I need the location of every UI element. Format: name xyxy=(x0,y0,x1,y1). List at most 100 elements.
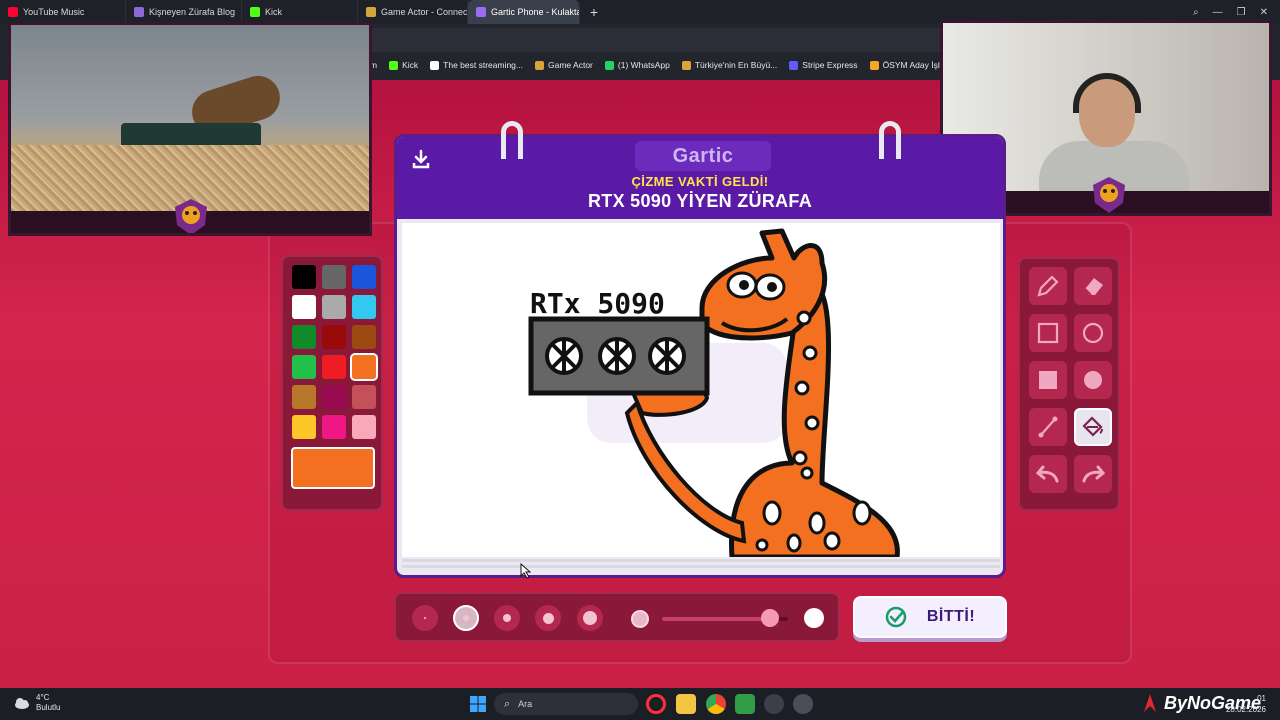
ellipse-fill-icon xyxy=(1084,371,1102,389)
rectangle-outline-tool[interactable] xyxy=(1029,314,1067,352)
bookmark-item[interactable]: Kick xyxy=(389,60,418,70)
eraser-tool[interactable] xyxy=(1074,267,1112,305)
tab-label: Kick xyxy=(265,7,283,17)
rectangle-fill-tool[interactable] xyxy=(1029,361,1067,399)
color-swatch[interactable] xyxy=(322,415,346,439)
maximize-icon[interactable]: ❐ xyxy=(1237,7,1246,18)
tab-label: Kişneyen Zürafa Blog xyxy=(149,7,236,17)
file-explorer-icon[interactable] xyxy=(676,694,696,714)
color-swatch[interactable] xyxy=(322,385,346,409)
color-swatch[interactable] xyxy=(352,325,376,349)
bookmark-item[interactable]: Türkiye'nin En Büyü... xyxy=(681,60,777,70)
tab-label: Gartic Phone - Kulaktan K xyxy=(491,7,579,17)
weather-condition: Bulutlu xyxy=(36,703,61,712)
ellipse-fill-tool[interactable] xyxy=(1074,361,1112,399)
check-icon xyxy=(885,606,907,628)
weather-temperature: 4°C xyxy=(36,693,50,702)
weather-widget[interactable]: 4°C Bulutlu xyxy=(14,693,60,713)
pencil-tool[interactable] xyxy=(1029,267,1067,305)
brush-controls xyxy=(394,592,840,642)
bookmark-label: Stripe Express xyxy=(802,60,858,70)
close-icon[interactable]: ✕ xyxy=(1260,7,1268,18)
brush-size-button[interactable] xyxy=(412,605,438,631)
xsplit-app-icon[interactable] xyxy=(764,694,784,714)
color-swatch[interactable] xyxy=(352,295,376,319)
binder-ring-right xyxy=(879,121,901,159)
taskbar-clock[interactable]: 01 28.02.2026 xyxy=(1226,693,1266,715)
download-button[interactable] xyxy=(409,147,433,171)
minecraft-app-icon[interactable] xyxy=(735,694,755,714)
brush-size-button[interactable] xyxy=(453,605,479,631)
brush-size-dot xyxy=(583,611,597,625)
bucket-fill-tool[interactable] xyxy=(1074,408,1112,446)
color-swatch[interactable] xyxy=(292,415,316,439)
color-swatch[interactable] xyxy=(352,265,376,289)
bookmark-label: The best streaming... xyxy=(443,60,523,70)
tab-gartic[interactable]: Gartic Phone - Kulaktan K xyxy=(468,0,580,24)
drawing-canvas[interactable]: RTx 5090 xyxy=(402,223,1000,560)
brush-size-button[interactable] xyxy=(535,605,561,631)
undo-tool[interactable] xyxy=(1029,455,1067,493)
youtube-music-icon xyxy=(8,7,18,17)
opacity-slider-fill xyxy=(662,617,771,621)
brush-size-button[interactable] xyxy=(577,605,603,631)
color-palette xyxy=(281,255,383,511)
color-swatch[interactable] xyxy=(292,325,316,349)
tab-blog[interactable]: Kişneyen Zürafa Blog xyxy=(126,0,242,24)
bookmark-label: Game Actor xyxy=(548,60,593,70)
drawing-artwork: RTx 5090 xyxy=(528,228,900,560)
color-swatch[interactable] xyxy=(322,325,346,349)
windows-taskbar: 4°C Bulutlu ⌕ Ara xyxy=(0,688,1280,720)
color-swatch[interactable] xyxy=(292,265,316,289)
opacity-slider-handle[interactable] xyxy=(761,609,780,627)
binder-ring-left xyxy=(501,121,523,159)
search-tabs-icon[interactable]: ⌕ xyxy=(1193,7,1199,18)
color-swatch[interactable] xyxy=(292,355,316,379)
kick-icon xyxy=(250,7,260,17)
line-tool[interactable] xyxy=(1029,408,1067,446)
opera-app-icon[interactable] xyxy=(646,694,666,714)
download-icon xyxy=(412,149,430,169)
done-button[interactable]: BİTTİ! xyxy=(853,596,1007,638)
brush-size-dot xyxy=(424,617,426,619)
tab-youtube-music[interactable]: YouTube Music xyxy=(0,0,126,24)
color-swatch[interactable] xyxy=(352,415,376,439)
tab-kick[interactable]: Kick xyxy=(242,0,358,24)
redo-tool[interactable] xyxy=(1074,455,1112,493)
cloud-icon xyxy=(15,698,29,709)
bookmark-item[interactable]: Game Actor xyxy=(535,60,593,70)
settings-app-icon[interactable] xyxy=(793,694,813,714)
color-swatch[interactable] xyxy=(322,355,346,379)
taskbar-search[interactable]: ⌕ Ara xyxy=(494,693,638,715)
diamond-icon xyxy=(430,60,440,70)
bookmark-item[interactable]: (1) WhatsApp xyxy=(604,60,670,70)
bookmarks-bar: m Kick The best streaming... Game Actor (1) … xyxy=(370,56,965,74)
color-swatch[interactable] xyxy=(322,265,346,289)
bucket-fill-icon xyxy=(1082,416,1103,437)
brush-size-dot xyxy=(503,614,511,622)
bookmark-item[interactable]: The best streaming... xyxy=(430,60,523,70)
clock-time: 01 xyxy=(1257,694,1266,703)
new-tab-button[interactable]: + xyxy=(586,4,602,20)
minimize-icon[interactable]: — xyxy=(1213,7,1223,18)
eraser-icon xyxy=(1084,278,1103,296)
blog-icon xyxy=(134,7,144,17)
redo-icon xyxy=(1082,465,1106,483)
address-bar[interactable] xyxy=(370,28,940,52)
draw-time-subtitle: ÇİZME VAKTİ GELDİ! xyxy=(631,174,769,189)
color-swatch[interactable] xyxy=(350,353,378,381)
color-swatch[interactable] xyxy=(322,295,346,319)
line-icon xyxy=(1038,416,1058,438)
clock-date: 28.02.2026 xyxy=(1225,705,1266,714)
taskbar-search-label: Ara xyxy=(518,699,533,709)
ellipse-outline-tool[interactable] xyxy=(1074,314,1112,352)
color-swatch[interactable] xyxy=(352,385,376,409)
bookmark-item[interactable]: Stripe Express xyxy=(789,60,858,70)
tab-game-actor[interactable]: Game Actor - Connect wit xyxy=(358,0,468,24)
chrome-app-icon[interactable] xyxy=(706,694,726,714)
color-swatch[interactable] xyxy=(292,295,316,319)
rectangle-fill-icon xyxy=(1039,371,1057,389)
brush-size-button[interactable] xyxy=(494,605,520,631)
windows-start-icon[interactable] xyxy=(469,695,487,713)
color-swatch[interactable] xyxy=(292,385,316,409)
